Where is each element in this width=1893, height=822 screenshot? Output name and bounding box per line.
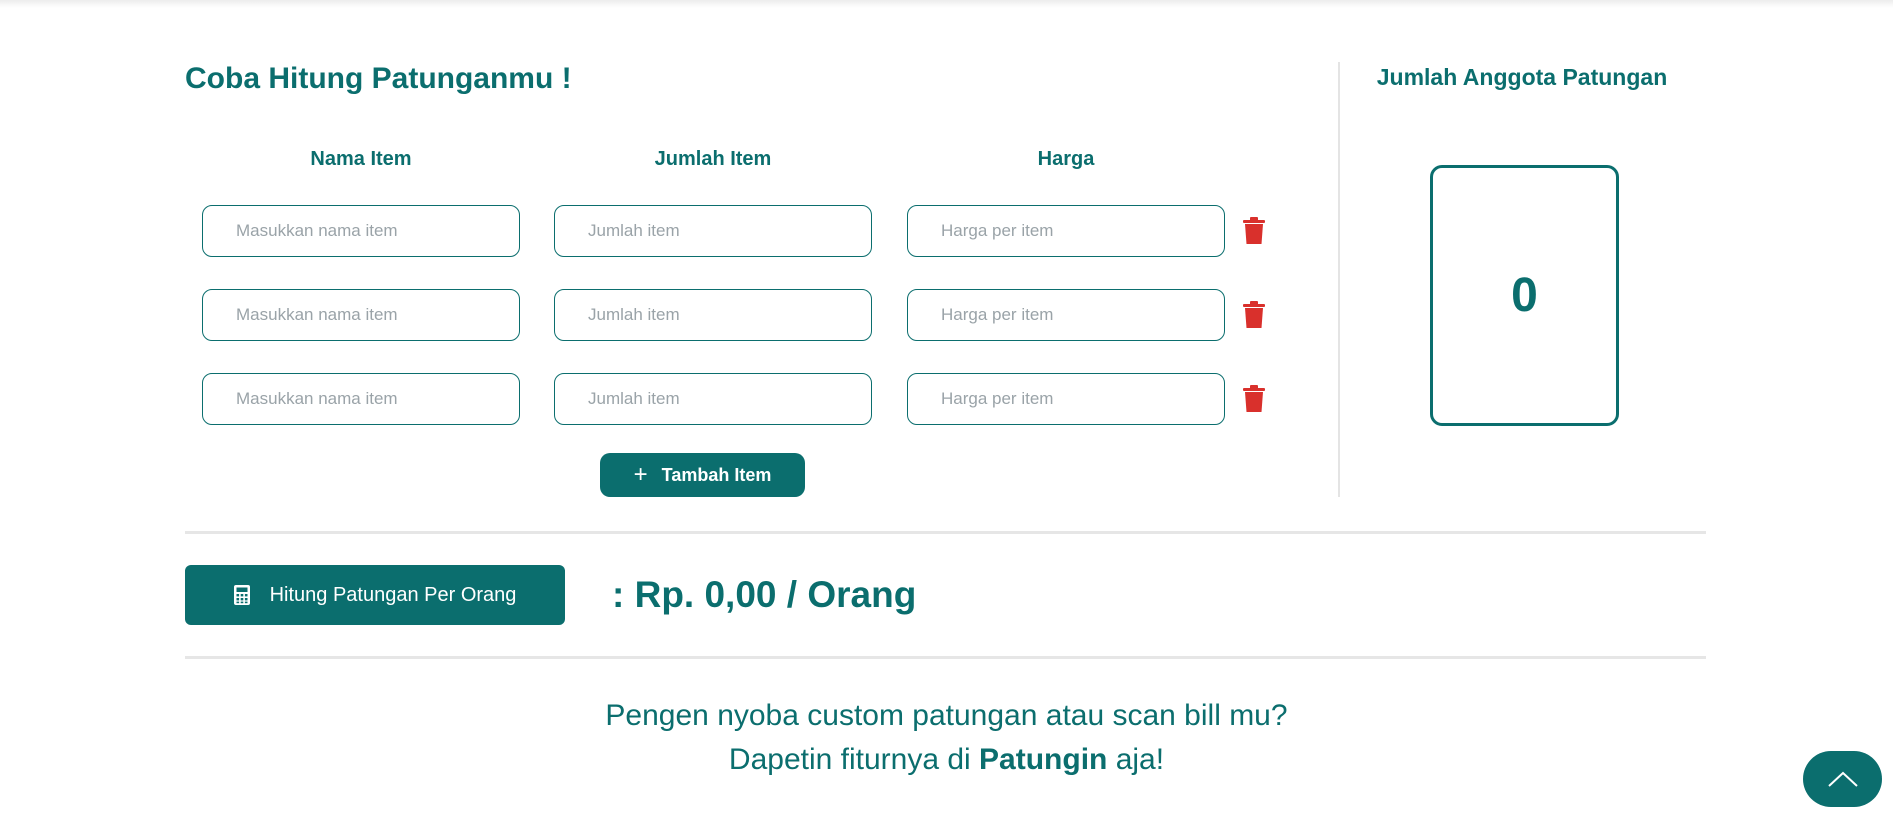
- vertical-divider: [1338, 62, 1340, 497]
- column-header-qty: Jumlah Item: [654, 148, 772, 170]
- calculator-title: Coba Hitung Patunganmu !: [185, 62, 572, 95]
- item-price-input[interactable]: [907, 289, 1225, 341]
- column-header-price: Harga: [1037, 148, 1095, 170]
- trash-icon[interactable]: [1242, 217, 1266, 245]
- promo-suffix: aja!: [1107, 743, 1165, 776]
- scroll-to-top-button[interactable]: [1803, 751, 1882, 807]
- promo-text: Pengen nyoba custom patungan atau scan b…: [0, 694, 1893, 782]
- calculate-button-label: Hitung Patungan Per Orang: [269, 583, 517, 606]
- item-name-input[interactable]: [202, 205, 520, 257]
- item-qty-input[interactable]: [554, 373, 872, 425]
- promo-line-1: Pengen nyoba custom patungan atau scan b…: [605, 699, 1288, 732]
- promo-prefix: Dapetin fiturnya di: [728, 743, 980, 776]
- item-price-input[interactable]: [907, 205, 1225, 257]
- per-person-result: : Rp. 0,00 / Orang: [612, 574, 917, 615]
- add-item-label: Tambah Item: [661, 464, 772, 485]
- column-header-name: Nama Item: [310, 148, 412, 170]
- calculator-icon: [233, 585, 250, 605]
- chevron-up-icon: [1827, 771, 1858, 787]
- divider: [185, 656, 1706, 659]
- item-name-input[interactable]: [202, 289, 520, 341]
- promo-line-2: Dapetin fiturnya di Patungin aja!: [0, 738, 1893, 782]
- item-qty-input[interactable]: [554, 205, 872, 257]
- members-count: 0: [1511, 269, 1538, 322]
- item-name-input[interactable]: [202, 373, 520, 425]
- divider: [185, 531, 1706, 534]
- trash-icon[interactable]: [1242, 385, 1266, 413]
- item-qty-input[interactable]: [554, 289, 872, 341]
- item-price-input[interactable]: [907, 373, 1225, 425]
- members-title: Jumlah Anggota Patungan: [1376, 64, 1668, 90]
- members-count-box[interactable]: 0: [1430, 165, 1619, 426]
- plus-icon: +: [633, 461, 648, 488]
- top-shadow: [0, 0, 1893, 8]
- trash-icon[interactable]: [1242, 301, 1266, 329]
- add-item-button[interactable]: + Tambah Item: [600, 453, 805, 497]
- promo-brand[interactable]: Patungin: [979, 743, 1107, 776]
- calculate-button[interactable]: Hitung Patungan Per Orang: [185, 565, 565, 625]
